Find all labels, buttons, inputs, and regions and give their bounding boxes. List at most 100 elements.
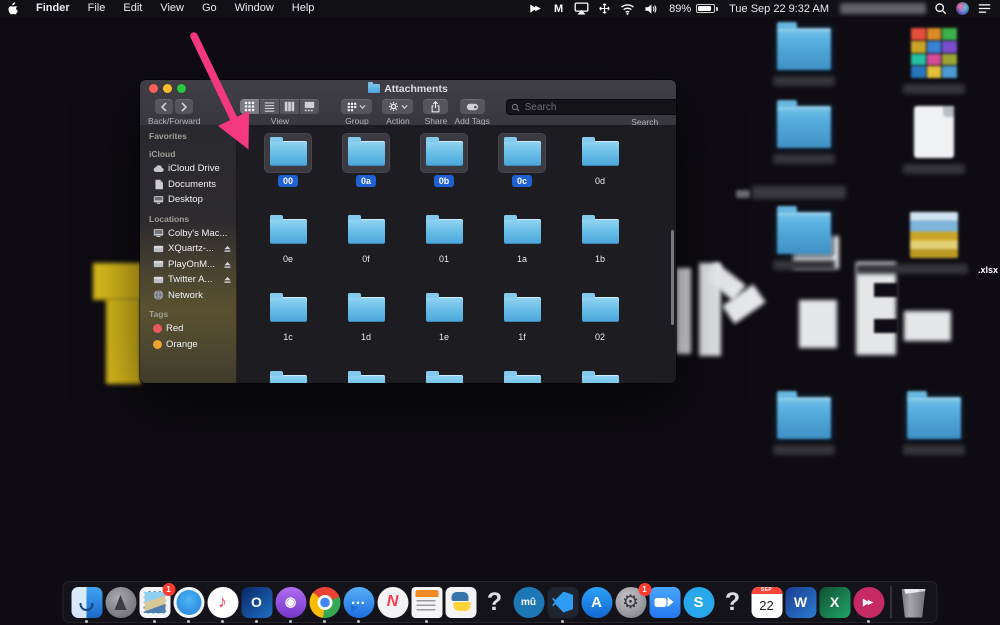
desktop-item-document[interactable] [902, 106, 966, 174]
view-gallery-button[interactable] [300, 99, 319, 114]
sidebar-item-network[interactable]: Network [140, 288, 236, 304]
dock-musescore[interactable]: mû [513, 587, 544, 618]
malwarebytes-icon[interactable]: M [551, 1, 566, 16]
share-button[interactable] [423, 99, 448, 114]
search-input[interactable] [523, 101, 676, 114]
menu-window[interactable]: Window [226, 0, 283, 17]
group-button[interactable] [341, 99, 372, 114]
desktop-item-folder[interactable] [772, 28, 836, 86]
folder-item-1f[interactable]: 1f [483, 290, 561, 368]
dock-system-preferences[interactable]: ⚙1 [615, 587, 646, 618]
dock-news[interactable]: N [377, 587, 408, 618]
menu-edit[interactable]: Edit [114, 0, 151, 17]
wifi-icon[interactable] [620, 1, 635, 16]
folder-item-00[interactable]: 00 [249, 134, 327, 212]
dock-skype[interactable]: S [683, 587, 714, 618]
dock-safari[interactable] [173, 587, 204, 618]
zoom-button[interactable] [177, 84, 186, 93]
dock-outlook[interactable]: O [241, 587, 272, 618]
folder-item-1c[interactable]: 1c [249, 290, 327, 368]
dock-podcasts[interactable]: ◉ [275, 587, 306, 618]
folder-item-partial[interactable] [483, 368, 561, 383]
dock-zoom[interactable] [649, 587, 680, 618]
folder-item-0d[interactable]: 0d [561, 134, 639, 212]
volume-icon[interactable] [643, 1, 658, 16]
desktop-item-folder[interactable] [902, 397, 966, 455]
desktop-item-spreadsheet[interactable]: .xlsx [902, 212, 966, 274]
folder-item-partial[interactable] [327, 368, 405, 383]
dock-python[interactable] [445, 587, 476, 618]
dock-chrome[interactable] [309, 587, 340, 618]
menu-finder[interactable]: Finder [26, 0, 79, 17]
sidebar-item-red[interactable]: Red [140, 321, 236, 337]
folder-item-1d[interactable]: 1d [327, 290, 405, 368]
folder-item-1b[interactable]: 1b [561, 212, 639, 290]
menu-file[interactable]: File [79, 0, 115, 17]
dock-finder[interactable] [71, 587, 102, 618]
dock-messages[interactable]: … [343, 587, 374, 618]
folder-item-0c[interactable]: 0c [483, 134, 561, 212]
sidebar-item-icloud-drive[interactable]: iCloud Drive [140, 161, 236, 177]
dock-textedit[interactable] [411, 587, 442, 618]
airplay-icon[interactable] [574, 1, 589, 16]
dock-missing-app[interactable]: ? [717, 587, 748, 618]
back-button[interactable] [155, 99, 173, 114]
scrollbar[interactable] [671, 230, 674, 325]
view-list-button[interactable] [260, 99, 279, 114]
apple-menu-icon[interactable] [0, 2, 26, 16]
dock-missing-app[interactable]: ? [479, 587, 510, 618]
folder-item-1e[interactable]: 1e [405, 290, 483, 368]
dock-airmail[interactable] [853, 587, 884, 618]
folder-item-partial[interactable] [405, 368, 483, 383]
menu-go[interactable]: Go [193, 0, 226, 17]
minimize-button[interactable] [163, 84, 172, 93]
menu-view[interactable]: View [151, 0, 193, 17]
spotlight-icon[interactable] [933, 1, 948, 16]
folder-item-1a[interactable]: 1a [483, 212, 561, 290]
folder-item-0a[interactable]: 0a [327, 134, 405, 212]
folder-item-02[interactable]: 02 [561, 290, 639, 368]
folder-item-0f[interactable]: 0f [327, 212, 405, 290]
dock-trash[interactable] [898, 587, 929, 618]
add-tags-button[interactable] [460, 99, 485, 114]
dock-vscode[interactable] [547, 587, 578, 618]
sidebar-item-colby-s-mac[interactable]: Colby's Mac... [140, 226, 236, 242]
folder-item-partial[interactable] [561, 368, 639, 383]
battery-indicator[interactable]: 89% [665, 3, 718, 15]
sidebar-item-documents[interactable]: Documents [140, 177, 236, 193]
view-columns-button[interactable] [280, 99, 299, 114]
menu-help[interactable]: Help [283, 0, 324, 17]
folder-item-0b[interactable]: 0b [405, 134, 483, 212]
move-icon[interactable] [597, 1, 612, 16]
folder-item-01[interactable]: 01 [405, 212, 483, 290]
sidebar-item-desktop[interactable]: Desktop [140, 192, 236, 208]
action-button[interactable] [382, 99, 413, 114]
sidebar-item-playonm[interactable]: PlayOnM... [140, 257, 236, 273]
eject-icon[interactable] [223, 260, 232, 269]
folder-item-partial[interactable] [249, 368, 327, 383]
siri-icon[interactable] [956, 2, 969, 15]
dock-excel[interactable]: X [819, 587, 850, 618]
desktop-item-folder[interactable] [772, 106, 836, 164]
desktop-item-folder[interactable] [772, 212, 836, 270]
dock-mail[interactable]: 1 [139, 587, 170, 618]
dock-appstore[interactable]: A [581, 587, 612, 618]
sidebar-item-twitter-a[interactable]: Twitter A... [140, 272, 236, 288]
desktop-item-mosaic[interactable] [902, 28, 966, 94]
title-bar[interactable]: Attachments [140, 80, 676, 97]
dock-launchpad[interactable] [105, 587, 136, 618]
dock-calendar[interactable]: SEP22 [751, 587, 782, 618]
eject-icon[interactable] [223, 275, 232, 284]
eject-icon[interactable] [223, 244, 232, 253]
desktop-item-folder[interactable] [772, 397, 836, 455]
notification-center-icon[interactable] [977, 1, 992, 16]
menu-clock[interactable]: Tue Sep 22 9:32 AM [729, 3, 829, 15]
forward-button[interactable] [175, 99, 193, 114]
close-button[interactable] [149, 84, 158, 93]
dock-music[interactable]: ♪ [207, 587, 238, 618]
sidebar-item-xquartz[interactable]: XQuartz-... [140, 241, 236, 257]
airmail-icon[interactable] [528, 1, 543, 16]
dock-word[interactable]: W [785, 587, 816, 618]
sidebar-item-orange[interactable]: Orange [140, 337, 236, 353]
folder-item-0e[interactable]: 0e [249, 212, 327, 290]
